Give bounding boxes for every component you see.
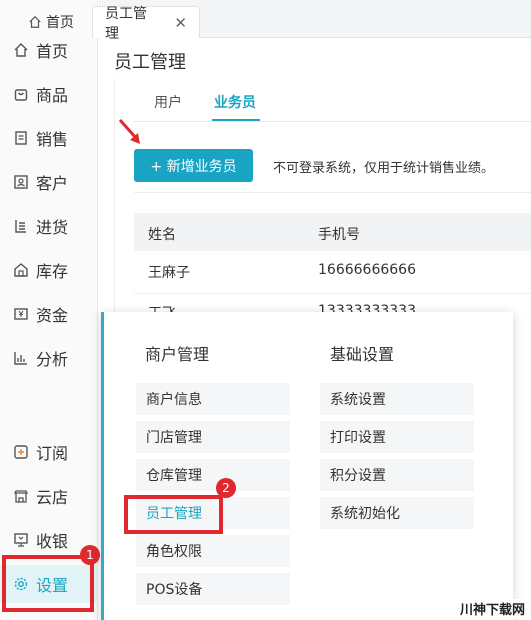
step-1-badge: 1: [80, 545, 100, 565]
menu-item-points-settings[interactable]: 积分设置: [320, 459, 474, 491]
sidebar-item-label: 库存: [36, 262, 69, 281]
step-2-badge: 2: [216, 478, 236, 498]
salesperson-hint: 不可登录系统，仅用于统计销售业绩。: [273, 161, 495, 176]
sidebar-item-customers[interactable]: 客户: [0, 163, 98, 201]
content-card: [114, 78, 531, 338]
inbound-icon: [12, 217, 30, 235]
chart-icon: [12, 349, 30, 367]
subtab-users[interactable]: 用户: [154, 92, 182, 112]
sidebar-item-analysis[interactable]: 分析: [0, 339, 98, 377]
tab-home[interactable]: 首页: [16, 6, 86, 38]
menu-item-system-settings[interactable]: 系统设置: [320, 383, 474, 415]
add-salesperson-button[interactable]: + 新增业务员: [134, 149, 253, 182]
subtab-active-indicator: [212, 119, 260, 121]
home-icon: [29, 15, 41, 28]
cashier-icon: [12, 531, 30, 549]
sidebar-item-label: 分析: [36, 350, 69, 369]
menu-item-system-init[interactable]: 系统初始化: [320, 497, 474, 529]
sidebar-item-label: 收银: [36, 532, 69, 551]
sidebar-item-label: 订阅: [36, 444, 69, 463]
column-phone: 手机号: [318, 227, 360, 243]
menu-item-print-settings[interactable]: 打印设置: [320, 421, 474, 453]
tab-employee-management[interactable]: 员工管理 ✕: [92, 6, 200, 42]
sidebar-item-purchase[interactable]: 进货: [0, 207, 98, 245]
sidebar-item-label: 商品: [36, 86, 69, 105]
sidebar-item-funds[interactable]: 资金: [0, 295, 98, 333]
sidebar-item-subscribe[interactable]: 订阅: [0, 433, 98, 471]
settings-highlight-box: [2, 555, 94, 612]
sidebar-item-label: 客户: [36, 174, 69, 193]
menu-item-store-management[interactable]: 门店管理: [136, 421, 290, 453]
sidebar-item-inventory[interactable]: 库存: [0, 251, 98, 289]
subtab-salespersons[interactable]: 业务员: [214, 92, 256, 112]
sidebar-item-label: 资金: [36, 306, 69, 325]
sidebar-item-sales[interactable]: 销售: [0, 119, 98, 157]
sidebar-item-goods[interactable]: 商品: [0, 75, 98, 113]
sidebar-item-label: 云店: [36, 488, 69, 507]
menu-item-pos-devices[interactable]: POS设备: [136, 573, 290, 605]
bag-icon: [12, 85, 30, 103]
sidebar-item-label: 进货: [36, 218, 69, 237]
menu-item-role-permissions[interactable]: 角色权限: [136, 535, 290, 567]
close-icon[interactable]: ✕: [174, 14, 187, 32]
column-name: 姓名: [148, 227, 176, 243]
merchant-management-heading: 商户管理: [145, 345, 210, 364]
subtab-divider: [134, 121, 531, 122]
row-divider: [134, 293, 531, 294]
menu-item-merchant-info[interactable]: 商户信息: [136, 383, 290, 415]
table-cell-name: 王麻子: [148, 265, 190, 281]
basic-settings-heading: 基础设置: [330, 345, 395, 364]
watermark: 川神下载网: [457, 599, 527, 618]
employee-management-highlight-box: [124, 495, 223, 534]
tab-current-label: 员工管理: [105, 5, 147, 42]
subscribe-icon: [12, 443, 30, 461]
table-cell-phone: 16666666666: [318, 262, 416, 278]
divider: [134, 192, 531, 193]
sidebar: 首页 商品 销售 客户 进货 库存 资金 分析 订阅 云店 收银 设置: [0, 0, 98, 620]
menu-item-warehouse-management[interactable]: 仓库管理: [136, 459, 290, 491]
sidebar-item-cloud-shop[interactable]: 云店: [0, 477, 98, 515]
money-icon: [12, 305, 30, 323]
tab-home-label: 首页: [46, 15, 74, 31]
sidebar-item-label: 销售: [36, 130, 69, 149]
contact-icon: [12, 173, 30, 191]
sidebar-item-label: 首页: [36, 42, 69, 61]
page-title: 员工管理: [114, 52, 186, 73]
warehouse-icon: [12, 261, 30, 279]
shop-icon: [12, 487, 30, 505]
home-icon: [12, 41, 30, 59]
red-arrow-annotation: [118, 119, 140, 144]
receipt-icon: [12, 129, 30, 147]
